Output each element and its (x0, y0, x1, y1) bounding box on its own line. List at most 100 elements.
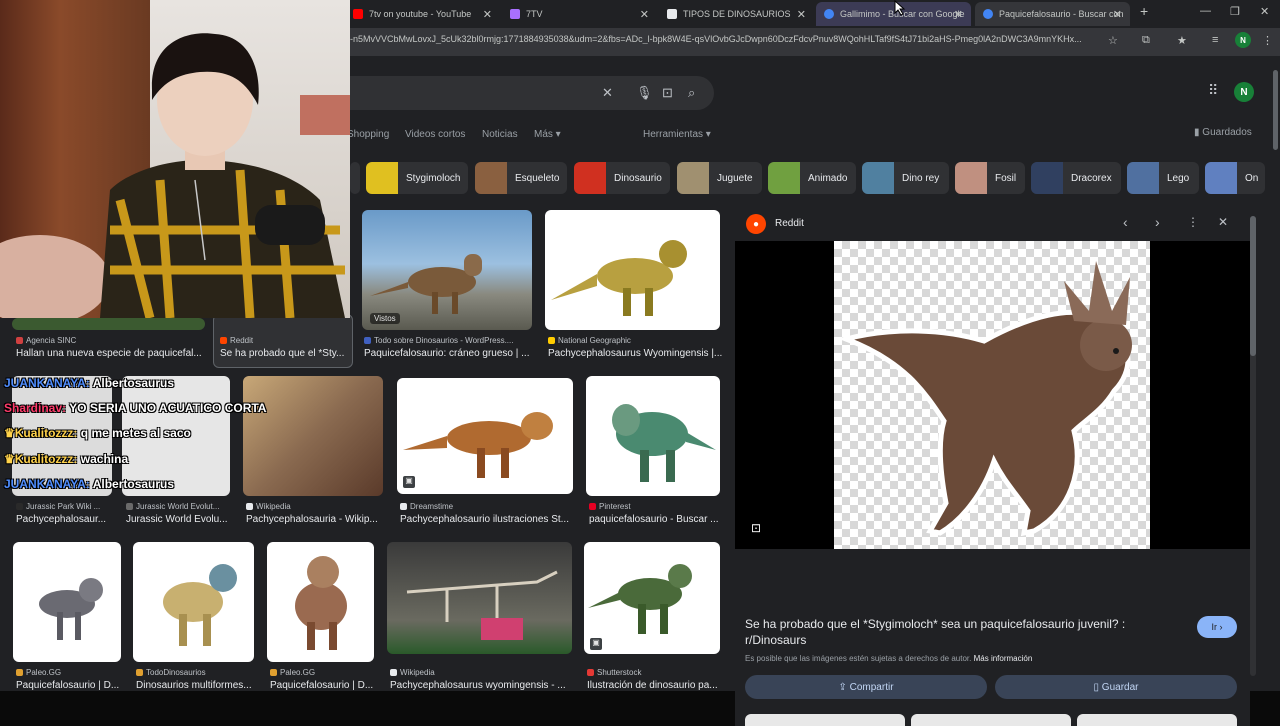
chip-thumbnail (366, 162, 398, 194)
chip-fosil[interactable]: Fosil (955, 162, 1025, 194)
chip-dino-rey[interactable]: Dino rey (862, 162, 949, 194)
media-icon[interactable]: ≡ (1212, 34, 1218, 46)
lens-icon[interactable]: ⊡ (662, 85, 673, 101)
maximize-icon[interactable]: ❐ (1230, 5, 1240, 18)
google-icon (983, 9, 993, 19)
tab-title: TIPOS DE DINOSAURIOS (683, 9, 791, 19)
share-button[interactable]: ⇪ Compartir (745, 675, 987, 699)
visit-button[interactable]: Ir › (1197, 616, 1237, 638)
bookmark-icon[interactable]: ★ (1177, 34, 1187, 47)
chip-dinosaurio[interactable]: Dinosaurio (574, 162, 670, 194)
result-title[interactable]: Pachycephalosaur... (16, 514, 116, 525)
url-field[interactable]: -n5MvVVCbMwLovxJ_5cUk32bl0rmjg:177188493… (350, 34, 1100, 44)
tab-7tv[interactable]: 7TV ✕ (502, 2, 657, 26)
google-account-avatar[interactable]: N (1234, 82, 1254, 102)
extensions-icon[interactable]: ⧉ (1142, 34, 1150, 47)
search-box[interactable]: ✕ 🎙 ⊡ ⌕ (330, 76, 714, 110)
nav-videos-cortos[interactable]: Videos cortos (405, 129, 465, 140)
chat-text: Albertosaurus (92, 376, 175, 390)
result-image[interactable]: ▣ (397, 378, 573, 494)
chip-lego[interactable]: Lego (1127, 162, 1199, 194)
chip-label: Lego (1167, 172, 1190, 184)
chip-stygimoloch[interactable]: Stygimoloch (366, 162, 468, 194)
search-icon[interactable]: ⌕ (688, 85, 695, 101)
panel-source[interactable]: Reddit (775, 218, 804, 229)
preview-image[interactable] (834, 241, 1150, 549)
tab-paquicefalosaurio[interactable]: Paquicefalosaurio - Buscar con ✕ (975, 2, 1130, 26)
related-image[interactable] (911, 714, 1071, 726)
source-label: Paleo.GG (26, 668, 62, 677)
result-title[interactable]: paquicefalosaurio - Buscar ... (589, 514, 723, 525)
previous-icon[interactable]: ‹ (1123, 214, 1128, 230)
chip-juguete[interactable]: Juguete (677, 162, 762, 194)
related-image[interactable] (745, 714, 905, 726)
dinosaur-illustration (163, 564, 237, 646)
result-image[interactable] (133, 542, 254, 662)
clear-icon[interactable]: ✕ (602, 85, 613, 101)
result-image[interactable] (12, 318, 205, 330)
result-title[interactable]: Dinosaurios multiformes... (136, 680, 256, 691)
minimize-icon[interactable]: — (1200, 5, 1211, 17)
page-scrollbar[interactable] (1271, 60, 1280, 690)
result-image[interactable]: ▣ (584, 542, 720, 654)
result-title[interactable]: Pachycephalosauria - Wikip... (246, 514, 386, 525)
result-image[interactable] (586, 376, 720, 496)
new-tab-button[interactable]: + (1140, 3, 1148, 19)
saved-button[interactable]: ▮ Guardados (1194, 127, 1252, 138)
chip-esqueleto[interactable]: Esqueleto (475, 162, 567, 194)
result-image[interactable] (267, 542, 374, 662)
star-icon[interactable]: ☆ (1108, 34, 1118, 47)
lens-search-icon[interactable]: ⊡ (751, 521, 761, 535)
result-title[interactable]: Pachycephalosaurus Wyomingensis |... (548, 348, 723, 359)
nav-noticias[interactable]: Noticias (482, 129, 518, 140)
chip-dracorex[interactable]: Dracorex (1031, 162, 1121, 194)
nav-shopping[interactable]: Shopping (347, 129, 389, 140)
related-image[interactable] (1077, 714, 1237, 726)
tab-tipos-dinosaurios[interactable]: TIPOS DE DINOSAURIOS ✕ (659, 2, 814, 26)
result-title[interactable]: Ilustración de dinosaurio pa... (587, 680, 723, 691)
site-icon (364, 337, 371, 344)
panel-scrollbar[interactable] (1250, 216, 1256, 676)
mic-icon[interactable]: 🎙 (636, 85, 653, 101)
result-title[interactable]: Hallan una nueva especie de paquicefal..… (16, 348, 206, 359)
more-info-link[interactable]: Más información (974, 654, 1033, 663)
close-icon[interactable]: ✕ (483, 8, 492, 21)
chip-on[interactable]: On (1205, 162, 1265, 194)
save-button[interactable]: ▯ Guardar (995, 675, 1237, 699)
result-title[interactable]: Jurassic World Evolu... (126, 514, 236, 525)
result-title[interactable]: Pachycephalosaurus wyomingensis - ... (390, 680, 575, 691)
chip-partial[interactable] (350, 162, 360, 194)
page-scroll-thumb[interactable] (1273, 70, 1278, 150)
nav-mas[interactable]: Más ▾ (534, 129, 561, 140)
result-image[interactable] (545, 210, 720, 330)
result-image[interactable] (387, 542, 572, 654)
tab-title: Paquicefalosaurio - Buscar con (999, 9, 1124, 19)
close-icon[interactable]: ✕ (954, 8, 963, 21)
next-icon[interactable]: › (1155, 214, 1160, 230)
close-icon[interactable]: ✕ (640, 8, 649, 21)
result-source: Shutterstock (587, 668, 723, 677)
apps-grid-icon[interactable]: ⠿ (1208, 82, 1218, 99)
result-image[interactable]: Vistos (362, 210, 532, 330)
chip-animado[interactable]: Animado (768, 162, 856, 194)
close-icon[interactable]: ✕ (1218, 215, 1228, 229)
result-title[interactable]: Pachycephalosaurio ilustraciones St... (400, 514, 576, 525)
panel-scroll-thumb[interactable] (1250, 216, 1256, 356)
result-image[interactable] (243, 376, 383, 496)
close-icon[interactable]: ✕ (1113, 8, 1122, 21)
result-title[interactable]: Paquicefalosaurio: cráneo grueso | ... (364, 348, 534, 359)
nav-herramientas[interactable]: Herramientas ▾ (643, 129, 711, 140)
more-options-icon[interactable]: ⋮ (1187, 215, 1199, 229)
panel-title[interactable]: Se ha probado que el *Stygimoloch* sea u… (745, 616, 1145, 648)
close-window-icon[interactable]: ✕ (1260, 5, 1269, 18)
result-title[interactable]: Paquicefalosaurio | D... (16, 680, 126, 691)
tab-youtube[interactable]: 7tv on youtube - YouTube ✕ (345, 2, 500, 26)
result-title[interactable]: Paquicefalosaurio | D... (270, 680, 380, 691)
close-icon[interactable]: ✕ (797, 8, 806, 21)
wikipedia-icon (390, 669, 397, 676)
profile-avatar[interactable]: N (1235, 32, 1251, 48)
result-title[interactable]: Se ha probado que el *Sty... (220, 348, 348, 359)
menu-icon[interactable]: ⋮ (1262, 34, 1273, 47)
nav-herramientas-label: Herramientas (643, 129, 704, 140)
result-image[interactable] (13, 542, 121, 662)
